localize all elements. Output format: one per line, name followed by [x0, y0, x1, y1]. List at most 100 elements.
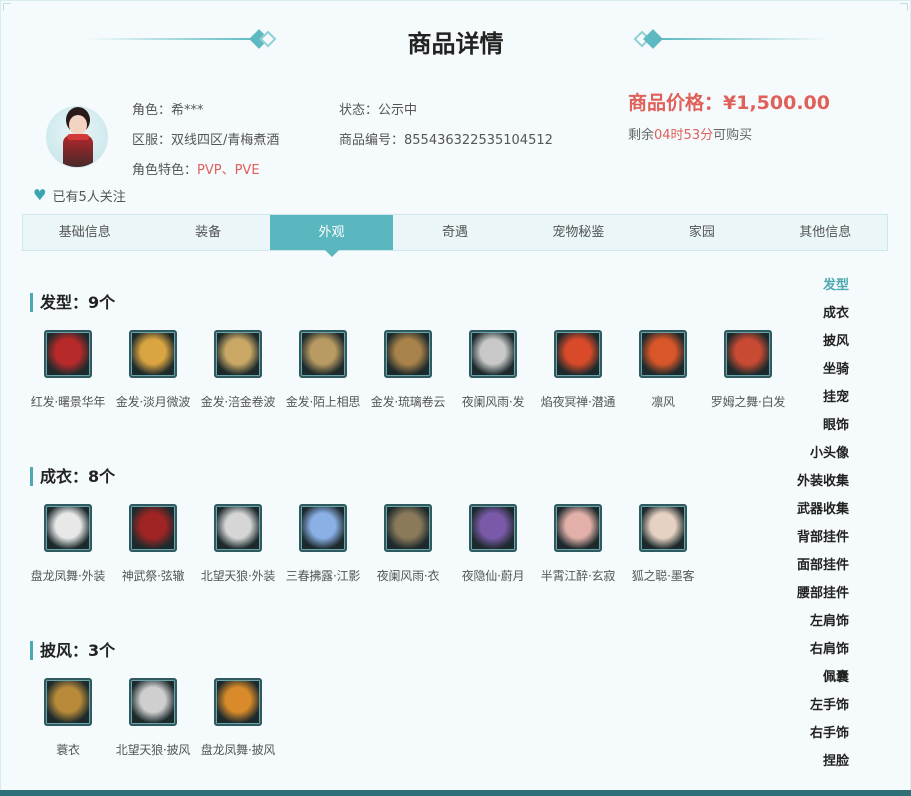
item-label: 盘龙凤舞·外装: [30, 569, 106, 583]
item-label: 盘龙凤舞·披风: [200, 743, 276, 757]
item-label: 夜阑风雨·衣: [376, 569, 440, 583]
tab-basic-info[interactable]: 基础信息: [23, 215, 146, 250]
appearance-item[interactable]: 夜阑风雨·衣: [365, 504, 451, 584]
tab-equipment[interactable]: 装备: [146, 215, 269, 250]
price: 商品价格：¥1,500.00: [628, 88, 830, 115]
gold-cape-icon: [214, 678, 262, 726]
side-nav-item[interactable]: 背部挂件: [759, 528, 849, 556]
appearance-item[interactable]: 盘龙凤舞·外装: [25, 504, 111, 584]
item-label: 夜阑风雨·发: [461, 395, 525, 409]
page-title: 商品详情: [407, 30, 504, 58]
appearance-item[interactable]: 凛风: [620, 330, 706, 410]
appearance-item[interactable]: 盘龙凤舞·披风: [195, 678, 281, 758]
pink-robe-icon: [554, 504, 602, 552]
appearance-item[interactable]: 夜阑风雨·发: [450, 330, 536, 410]
side-nav-item[interactable]: 外装收集: [759, 472, 849, 500]
silver-robe-icon: [214, 504, 262, 552]
item-label: 凛风: [651, 395, 675, 409]
status-label: 状态：: [339, 103, 379, 118]
item-label: 金发·陌上相思: [285, 395, 361, 409]
item-label: 夜隐仙·蔚月: [461, 569, 525, 583]
appearance-item[interactable]: 焰夜冥禅·潜通: [535, 330, 621, 410]
item-label: 红发·曙景华年: [30, 395, 106, 409]
side-nav: 发型 成衣 披风 坐骑 挂宠 眼饰 小头像 外装收集 武器收集 背部挂件 面部挂件 腰部挂件 左肩饰 右肩…: [759, 276, 849, 780]
goods-id-info: 商品编号：855436322535104512: [339, 129, 553, 148]
appearance-item[interactable]: 北望天狼·外装: [195, 504, 281, 584]
side-nav-item[interactable]: 腰部挂件: [759, 584, 849, 612]
flame-icon: [554, 330, 602, 378]
red-hair-icon: [44, 330, 92, 378]
side-nav-item[interactable]: 挂宠: [759, 388, 849, 416]
tab-adventure[interactable]: 奇遇: [393, 215, 516, 250]
status-value: 公示中: [378, 103, 418, 118]
item-label: 三春拂露·江影: [285, 569, 361, 583]
appearance-item[interactable]: 三春拂露·江影: [280, 504, 366, 584]
feature-info: 角色特色：PVP、PVE: [132, 159, 260, 178]
tab-other-info[interactable]: 其他信息: [764, 215, 887, 250]
goods-id-label: 商品编号：: [339, 133, 405, 148]
side-nav-item[interactable]: 左肩饰: [759, 612, 849, 640]
tab-pet-guide[interactable]: 宠物秘鉴: [517, 215, 640, 250]
follow-button[interactable]: ♥ 已有5人关注: [33, 186, 126, 206]
appearance-item[interactable]: 蓑衣: [25, 678, 111, 758]
item-label: 北望天狼·披风: [115, 743, 191, 757]
side-nav-item[interactable]: 眼饰: [759, 416, 849, 444]
side-nav-item[interactable]: 左手饰: [759, 696, 849, 724]
appearance-item[interactable]: 夜隐仙·蔚月: [450, 504, 536, 584]
side-nav-item[interactable]: 发型: [759, 276, 849, 304]
side-nav-item[interactable]: 右手饰: [759, 724, 849, 752]
corner-deco: [3, 3, 11, 11]
goods-id-value: 855436322535104512: [404, 133, 553, 148]
tab-appearance[interactable]: 外观: [269, 215, 394, 257]
item-label: 神武祭·弦辙: [121, 569, 185, 583]
dark-robe-icon: [384, 504, 432, 552]
item-label: 狐之聪·墨客: [631, 569, 695, 583]
side-nav-item[interactable]: 坐骑: [759, 360, 849, 388]
side-nav-item[interactable]: 披风: [759, 332, 849, 360]
item-label: 金发·涪金卷波: [200, 395, 276, 409]
flame-icon: [639, 330, 687, 378]
side-nav-item[interactable]: 小头像: [759, 444, 849, 472]
appearance-item[interactable]: 神武祭·弦辙: [110, 504, 196, 584]
section-outfit-title: 成衣：8个: [30, 467, 115, 486]
corner-deco: [900, 3, 908, 11]
appearance-item[interactable]: 金发·陌上相思: [280, 330, 366, 410]
price-value: ¥1,500.00: [723, 92, 830, 114]
side-nav-item[interactable]: 武器收集: [759, 500, 849, 528]
appearance-item[interactable]: 金发·涪金卷波: [195, 330, 281, 410]
side-nav-item[interactable]: 成衣: [759, 304, 849, 332]
remain-prefix: 剩余: [628, 128, 655, 143]
section-cape-title: 披风：3个: [30, 641, 115, 660]
side-nav-item[interactable]: 右肩饰: [759, 640, 849, 668]
appearance-item[interactable]: 半霄江醉·玄寂: [535, 504, 621, 584]
remain-suffix: 可购买: [713, 128, 753, 143]
appearance-item[interactable]: 金发·淡月微波: [110, 330, 196, 410]
feature-label: 角色特色：: [132, 163, 198, 178]
item-label: 北望天狼·外装: [200, 569, 276, 583]
appearance-item[interactable]: 狐之聪·墨客: [620, 504, 706, 584]
silver-hair-icon: [469, 330, 517, 378]
appearance-item[interactable]: 金发·琉璃卷云: [365, 330, 451, 410]
side-nav-item[interactable]: 面部挂件: [759, 556, 849, 584]
server-value: 双线四区/青梅煮酒: [171, 133, 280, 148]
role-label: 角色：: [132, 103, 172, 118]
tab-home[interactable]: 家园: [640, 215, 763, 250]
follow-text: 已有5人关注: [52, 190, 126, 205]
gold-long-hair-icon: [299, 330, 347, 378]
gold-cloud-hair-icon: [384, 330, 432, 378]
purple-robe-icon: [469, 504, 517, 552]
appearance-item[interactable]: 红发·曙景华年: [25, 330, 111, 410]
appearance-item[interactable]: 北望天狼·披风: [110, 678, 196, 758]
gold-hair-icon: [129, 330, 177, 378]
item-label: 焰夜冥禅·潜通: [540, 395, 616, 409]
side-nav-item[interactable]: 佩囊: [759, 668, 849, 696]
status-info: 状态：公示中: [339, 99, 417, 118]
feature-value: PVP、PVE: [197, 163, 260, 178]
item-label: 半霄江醉·玄寂: [540, 569, 616, 583]
role-info: 角色：希***: [132, 99, 204, 118]
red-armor-icon: [129, 504, 177, 552]
side-nav-item[interactable]: 捏脸: [759, 752, 849, 780]
remain-time: 剩余04时53分可购买: [628, 124, 752, 143]
straw-cape-icon: [44, 678, 92, 726]
server-label: 区服：: [132, 133, 172, 148]
